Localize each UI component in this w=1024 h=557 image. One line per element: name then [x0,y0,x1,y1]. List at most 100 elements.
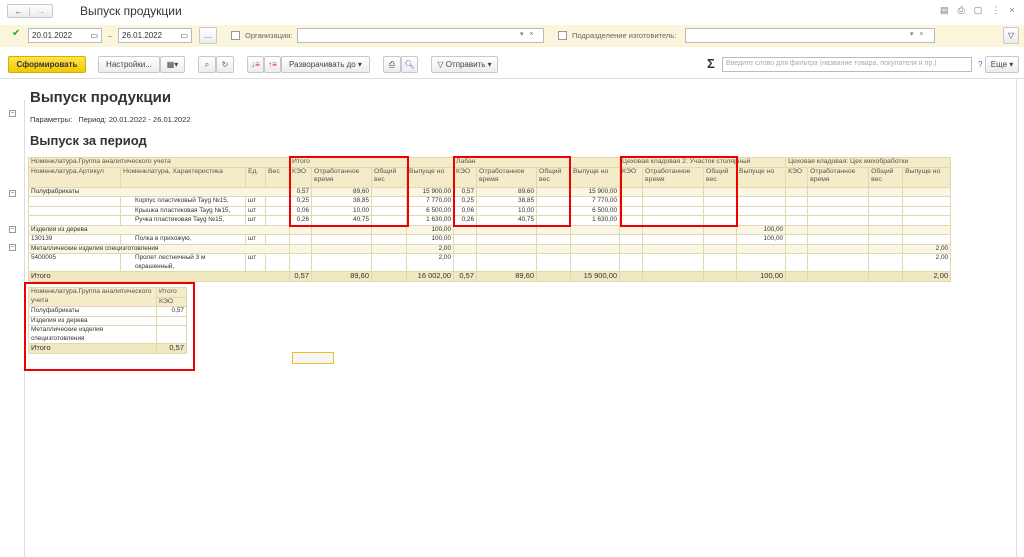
value-cell[interactable]: 6 500,00 [406,205,455,216]
section-header[interactable]: Лабан [453,157,621,168]
value-cell[interactable]: 15 900,00 [406,186,455,197]
value-cell[interactable] [642,224,705,235]
value-cell[interactable] [453,224,478,235]
date-to-input[interactable]: 26.01.2022 ▭ [118,28,192,43]
section-header[interactable]: Итого [289,157,455,168]
value-cell[interactable]: 1 630,00 [406,215,455,226]
value-cell[interactable] [570,224,621,235]
article-cell[interactable] [28,196,121,207]
value-cell[interactable] [311,224,373,235]
value-cell[interactable] [902,215,952,226]
search-reset-icon[interactable]: ↻ [216,56,234,73]
value-cell[interactable] [807,224,870,235]
value-cell[interactable] [703,224,738,235]
value-cell[interactable] [902,234,952,245]
value-cell[interactable]: 0,26 [453,215,478,226]
value-cell[interactable]: 2,00 [902,253,952,272]
value-cell[interactable] [619,196,644,207]
section-header[interactable]: Цеховая кладовая 2: Участок столярный [619,157,787,168]
value-cell[interactable] [785,215,809,226]
value-cell[interactable] [570,234,621,245]
article-cell[interactable]: 130139 [28,234,121,245]
generate-button[interactable]: Сформировать [8,56,86,73]
unit-cell[interactable]: шт [245,234,266,245]
value-cell[interactable] [703,234,738,245]
value-cell[interactable]: 100,00 [406,234,455,245]
value-cell[interactable]: 10,00 [311,205,373,216]
value-cell[interactable] [807,253,870,272]
col-unit[interactable]: Ед. [245,166,266,188]
value-cell[interactable] [536,186,572,197]
col-worked-time[interactable]: Отработанное время [311,166,373,188]
value-cell[interactable] [371,253,408,272]
value-cell[interactable] [807,205,870,216]
name-cell[interactable]: Крышка пластиковая Tayg №15, [120,205,246,216]
help-icon[interactable]: ? [978,60,982,69]
value-cell[interactable] [868,243,904,254]
value-cell[interactable]: 10,00 [476,205,538,216]
value-cell[interactable] [371,224,408,235]
back-button[interactable]: ← [8,6,31,16]
collapse-toggle[interactable]: − [9,110,16,117]
value-cell[interactable] [868,186,904,197]
value-cell[interactable] [736,243,787,254]
col-output[interactable]: Выпуще но [570,166,621,188]
value-cell[interactable]: 0,57 [289,186,313,197]
group-label-cell[interactable]: Итого [27,271,291,282]
col-weight[interactable]: Вес [264,166,291,188]
value-cell[interactable]: 0,06 [453,205,478,216]
value-cell[interactable] [785,271,809,282]
value-cell[interactable] [371,234,408,245]
value-cell[interactable] [311,243,373,254]
value-cell[interactable]: 6 500,00 [570,205,621,216]
value-cell[interactable] [902,196,952,207]
col-keo[interactable]: КЭО [289,166,313,188]
value-cell[interactable] [371,196,408,207]
value-cell[interactable]: 2,00 [406,253,455,272]
value-cell[interactable] [536,253,572,272]
group-toggle[interactable]: − [9,226,16,233]
col-total-weight[interactable]: Общий вес [703,166,738,188]
value-cell[interactable] [902,224,952,235]
value-cell[interactable] [371,215,408,226]
group-label-cell[interactable]: Металлические изделия специзготовления [27,243,291,254]
value-cell[interactable] [619,224,644,235]
value-cell[interactable]: 38,85 [476,196,538,207]
article-cell[interactable] [28,215,121,226]
unit-cell[interactable]: шт [245,205,266,216]
value-cell[interactable]: 15 900,00 [570,186,621,197]
value-cell[interactable] [642,196,705,207]
article-cell[interactable] [28,205,121,216]
col-output[interactable]: Выпуще но [902,166,952,188]
value-cell[interactable] [536,271,572,282]
col-keo[interactable]: КЭО [785,166,809,188]
value-cell[interactable]: 0,57 [289,271,313,282]
value-cell[interactable]: 2,00 [902,271,952,282]
value-cell[interactable]: 0,26 [289,215,313,226]
value-cell[interactable] [703,271,738,282]
summary-group-header[interactable]: Номенклатура.Группа аналитического учета [28,287,157,307]
value-cell[interactable] [570,253,621,272]
value-cell[interactable]: 0,57 [453,186,478,197]
value-cell[interactable]: 89,60 [311,271,373,282]
value-cell[interactable] [736,205,787,216]
value-cell[interactable] [868,205,904,216]
value-cell[interactable] [311,234,373,245]
value-cell[interactable] [642,243,705,254]
filter-search-input[interactable]: Введите слово для фильтра (название това… [722,57,972,72]
value-cell[interactable] [289,224,313,235]
value-cell[interactable] [703,205,738,216]
value-cell[interactable]: 100,00 [736,224,787,235]
value-cell[interactable]: 0,57 [453,271,478,282]
value-cell[interactable] [536,196,572,207]
col-output[interactable]: Выпуще но [736,166,787,188]
value-cell[interactable]: 2,00 [406,243,455,254]
value-cell[interactable]: 89,60 [311,186,373,197]
print-icon[interactable]: ⎙ [383,56,401,73]
value-cell[interactable] [311,253,373,272]
value-cell[interactable] [371,186,408,197]
more-icon[interactable]: ⋮ [991,5,1009,15]
col-name[interactable]: Номенклатура, Характеристика [120,166,246,188]
value-cell[interactable] [289,243,313,254]
value-cell[interactable]: 0,06 [289,205,313,216]
